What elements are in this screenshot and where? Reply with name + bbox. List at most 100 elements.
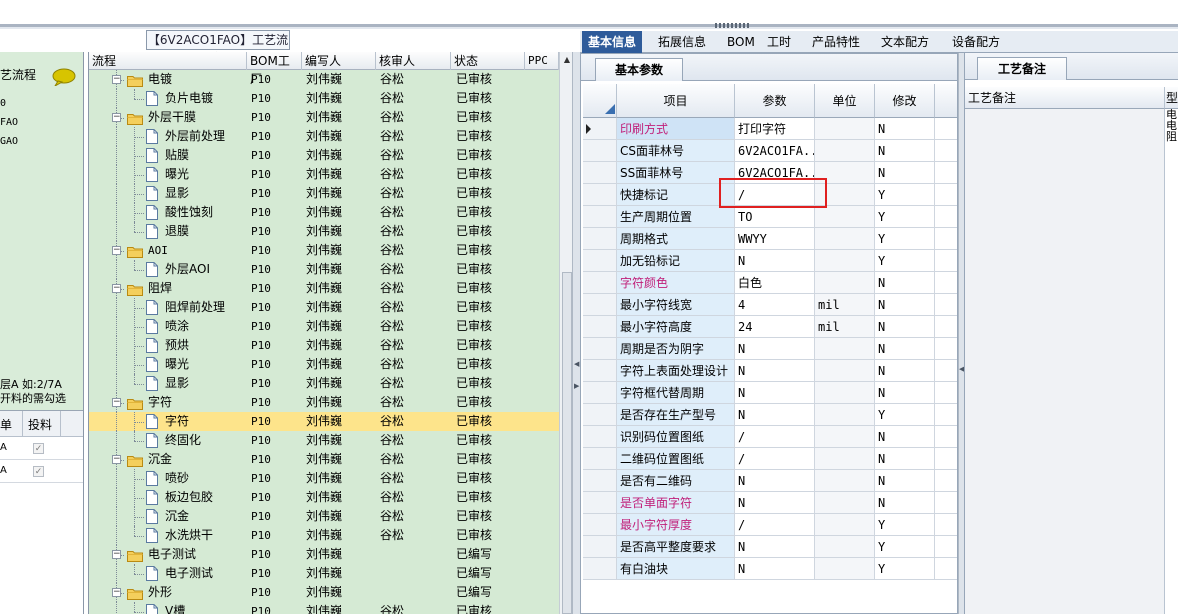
param-unit[interactable] xyxy=(815,360,875,382)
param-item-name[interactable]: 周期是否为阴字 xyxy=(617,338,735,360)
param-modify-flag[interactable]: Y xyxy=(875,228,935,250)
left-list-item[interactable]: FAO xyxy=(0,117,18,128)
param-unit[interactable] xyxy=(815,338,875,360)
row-selector[interactable] xyxy=(583,118,617,140)
tree-step-row[interactable]: 外层AOI P10 刘伟巍 谷松 已审核 xyxy=(89,260,559,279)
param-unit[interactable] xyxy=(815,118,875,140)
param-row[interactable]: 二维码位置图纸 / N xyxy=(583,448,957,470)
param-item-name[interactable]: 二维码位置图纸 xyxy=(617,448,735,470)
param-modify-flag[interactable]: Y xyxy=(875,184,935,206)
param-row[interactable]: 是否存在生产型号 N Y xyxy=(583,404,957,426)
panel-splitter[interactable]: ◀ ▶ xyxy=(572,52,580,614)
tree-header-reviewer[interactable]: 核审人 xyxy=(376,52,451,70)
param-row[interactable]: 最小字符厚度 / Y xyxy=(583,514,957,536)
row-selector[interactable] xyxy=(583,492,617,514)
row-selector[interactable] xyxy=(583,404,617,426)
param-value[interactable]: N xyxy=(735,404,815,426)
type-header[interactable]: 型 xyxy=(1165,87,1178,109)
tree-group-row[interactable]: − 沉金 P10 刘伟巍 谷松 已审核 xyxy=(89,450,559,469)
left-list-item[interactable]: GAO xyxy=(0,136,18,147)
row-selector[interactable] xyxy=(583,316,617,338)
param-unit[interactable] xyxy=(815,404,875,426)
param-value[interactable]: N xyxy=(735,558,815,580)
param-row[interactable]: 印刷方式 打印字符 N xyxy=(583,118,957,140)
param-item-name[interactable]: 是否有二维码 xyxy=(617,470,735,492)
param-value[interactable]: / xyxy=(735,514,815,536)
param-item-name[interactable]: 识别码位置图纸 xyxy=(617,426,735,448)
collapse-toggle-icon[interactable]: − xyxy=(112,113,121,122)
param-unit[interactable] xyxy=(815,228,875,250)
collapse-toggle-icon[interactable]: − xyxy=(112,588,121,597)
row-selector[interactable] xyxy=(583,514,617,536)
param-row[interactable]: 有白油块 N Y xyxy=(583,558,957,580)
feed-checkbox[interactable]: ✓ xyxy=(33,466,44,477)
tree-group-row[interactable]: − AOI P10 刘伟巍 谷松 已审核 xyxy=(89,241,559,260)
tree-group-row[interactable]: − 电子测试 P10 刘伟巍 已编写 xyxy=(89,545,559,564)
tree-step-row[interactable]: 水洗烘干 P10 刘伟巍 谷松 已审核 xyxy=(89,526,559,545)
param-item-name[interactable]: 印刷方式 xyxy=(617,118,735,140)
tree-step-row[interactable]: 贴膜 P10 刘伟巍 谷松 已审核 xyxy=(89,146,559,165)
row-selector[interactable] xyxy=(583,558,617,580)
tree-step-row[interactable]: 字符 P10 刘伟巍 谷松 已审核 xyxy=(89,412,559,431)
param-modify-flag[interactable]: N xyxy=(875,492,935,514)
grid-header-param[interactable]: 参数 xyxy=(735,84,815,118)
splitter-grip[interactable] xyxy=(715,23,751,28)
row-selector[interactable] xyxy=(583,294,617,316)
row-selector[interactable] xyxy=(583,338,617,360)
feed-checkbox[interactable]: ✓ xyxy=(33,443,44,454)
param-value[interactable]: 打印字符 xyxy=(735,118,815,140)
tree-header-plant[interactable]: BOM工厂 xyxy=(247,52,302,86)
param-item-name[interactable]: 生产周期位置 xyxy=(617,206,735,228)
param-modify-flag[interactable]: Y xyxy=(875,536,935,558)
param-item-name[interactable]: 是否单面字符 xyxy=(617,492,735,514)
grid-header-modify[interactable]: 修改 xyxy=(875,84,935,118)
tree-step-row[interactable]: 喷涂 P10 刘伟巍 谷松 已审核 xyxy=(89,317,559,336)
tree-step-row[interactable]: 电子测试 P10 刘伟巍 已编写 xyxy=(89,564,559,583)
row-selector[interactable] xyxy=(583,250,617,272)
param-value[interactable]: 白色 xyxy=(735,272,815,294)
param-unit[interactable] xyxy=(815,536,875,558)
param-row[interactable]: 周期是否为阴字 N N xyxy=(583,338,957,360)
param-value[interactable]: N xyxy=(735,338,815,360)
param-value[interactable]: N xyxy=(735,536,815,558)
tree-header-flow[interactable]: 流程 xyxy=(89,52,247,70)
param-item-name[interactable]: 最小字符厚度 xyxy=(617,514,735,536)
tab-work-hours[interactable]: 工时 xyxy=(761,31,797,53)
param-value[interactable]: 24 xyxy=(735,316,815,338)
tree-step-row[interactable]: 沉金 P10 刘伟巍 谷松 已审核 xyxy=(89,507,559,526)
tree-scrollbar[interactable]: ▲ xyxy=(559,52,572,614)
param-row[interactable]: 字符框代替周期 N N xyxy=(583,382,957,404)
grid-header-item[interactable]: 项目 xyxy=(617,84,735,118)
param-value[interactable]: N xyxy=(735,492,815,514)
param-value[interactable]: WWYY xyxy=(735,228,815,250)
scroll-thumb[interactable] xyxy=(562,272,572,614)
param-unit[interactable] xyxy=(815,448,875,470)
expand-right-icon[interactable]: ▶ xyxy=(574,382,579,390)
param-unit[interactable] xyxy=(815,492,875,514)
grid-header-unit[interactable]: 单位 xyxy=(815,84,875,118)
param-modify-flag[interactable]: N xyxy=(875,118,935,140)
collapse-toggle-icon[interactable]: − xyxy=(112,75,121,84)
param-modify-flag[interactable]: Y xyxy=(875,404,935,426)
param-value[interactable]: N xyxy=(735,470,815,492)
param-modify-flag[interactable]: Y xyxy=(875,558,935,580)
param-modify-flag[interactable]: N xyxy=(875,162,935,184)
left-table-row[interactable]: A ✓ xyxy=(0,461,83,483)
param-value[interactable]: 6V2ACO1FA... xyxy=(735,140,815,162)
tree-step-row[interactable]: 显影 P10 刘伟巍 谷松 已审核 xyxy=(89,184,559,203)
tab-basic-info[interactable]: 基本信息 xyxy=(582,31,643,53)
param-row[interactable]: 字符上表面处理设计 N N xyxy=(583,360,957,382)
row-selector[interactable] xyxy=(583,536,617,558)
param-modify-flag[interactable]: Y xyxy=(875,514,935,536)
collapse-toggle-icon[interactable]: − xyxy=(112,284,121,293)
remarks-body[interactable] xyxy=(965,109,1165,614)
param-row[interactable]: 最小字符线宽 4 mil N xyxy=(583,294,957,316)
left-list-item[interactable]: 0 xyxy=(0,98,6,109)
row-selector[interactable] xyxy=(583,470,617,492)
param-unit[interactable]: mil xyxy=(815,294,875,316)
param-unit[interactable]: mil xyxy=(815,316,875,338)
row-selector[interactable] xyxy=(583,448,617,470)
row-selector[interactable] xyxy=(583,162,617,184)
param-row[interactable]: 是否高平整度要求 N Y xyxy=(583,536,957,558)
param-row[interactable]: 字符颜色 白色 N xyxy=(583,272,957,294)
